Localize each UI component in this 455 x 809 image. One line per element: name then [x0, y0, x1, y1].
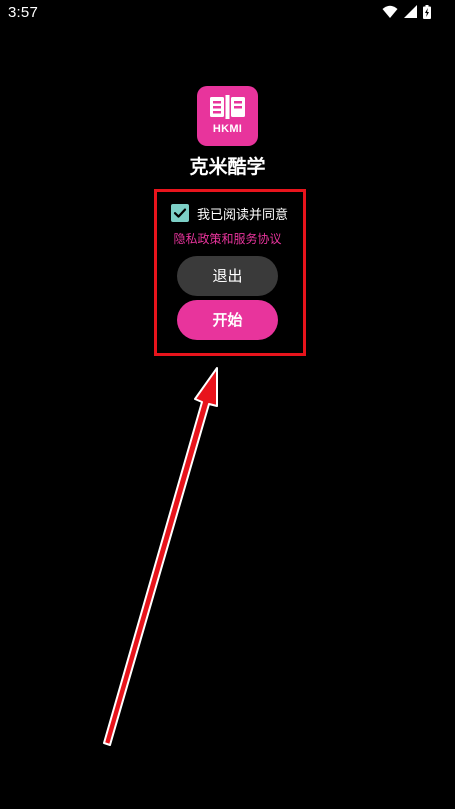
arrow-annotation — [103, 367, 218, 746]
